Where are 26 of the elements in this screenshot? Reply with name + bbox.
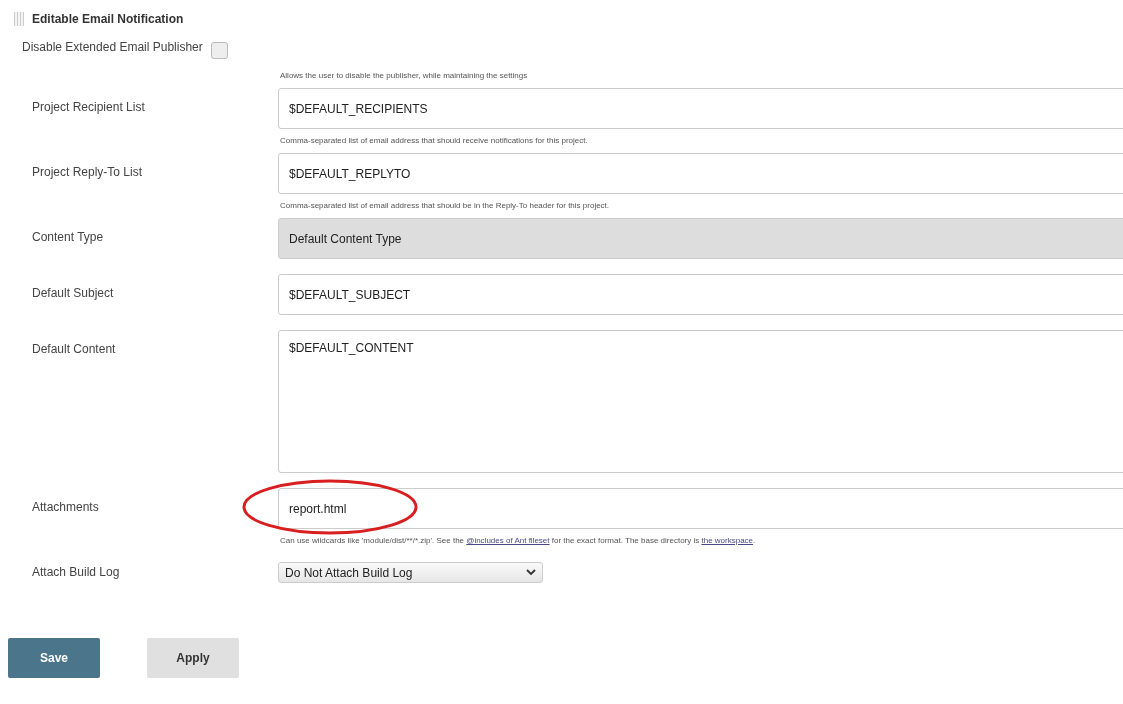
dropdown[interactable]: Do Not Attach Build Log bbox=[278, 562, 543, 583]
field-label: Attachments bbox=[31, 499, 100, 514]
help-text: Can use wildcards like 'module/dist/**/*.zip'. See the @includes of Ant fileset for the exact format. The base directory is the workspace. bbox=[279, 535, 757, 547]
input-field[interactable]: $DEFAULT_SUBJECT bbox=[278, 274, 1123, 315]
grip-icon[interactable] bbox=[14, 12, 24, 26]
field-label: Content Type bbox=[31, 229, 105, 244]
help-text: Allows the user to disable the publisher, while maintaining the settings bbox=[279, 70, 529, 82]
input-field[interactable]: $DEFAULT_RECIPIENTS bbox=[278, 88, 1123, 129]
section-title: Editable Email Notification bbox=[32, 12, 184, 26]
help-text: Comma-separated list of email address that should be in the Reply-To header for this project. bbox=[279, 200, 611, 212]
field-label: Disable Extended Email Publisher bbox=[21, 39, 203, 54]
field-label: Default Subject bbox=[31, 285, 115, 300]
chevron-down-icon bbox=[526, 569, 536, 576]
input-field[interactable]: report.html bbox=[278, 488, 1123, 529]
field-label: Attach Build Log bbox=[31, 564, 121, 579]
input-field[interactable]: $DEFAULT_REPLYTO bbox=[278, 153, 1123, 194]
field-label: Project Recipient List bbox=[31, 99, 146, 114]
apply-button[interactable]: Apply bbox=[147, 638, 239, 678]
field-label: Default Content bbox=[31, 341, 117, 356]
content-type-field: Default Content Type bbox=[278, 218, 1123, 259]
field-label: Project Reply-To List bbox=[31, 164, 144, 179]
help-text: Comma-separated list of email address that should receive notifications for this project. bbox=[279, 135, 589, 147]
textarea-field[interactable]: $DEFAULT_CONTENT bbox=[278, 330, 1123, 473]
checkbox[interactable] bbox=[210, 42, 228, 59]
save-button[interactable]: Save bbox=[8, 638, 100, 678]
help-link[interactable]: @includes of Ant fileset bbox=[466, 536, 550, 545]
